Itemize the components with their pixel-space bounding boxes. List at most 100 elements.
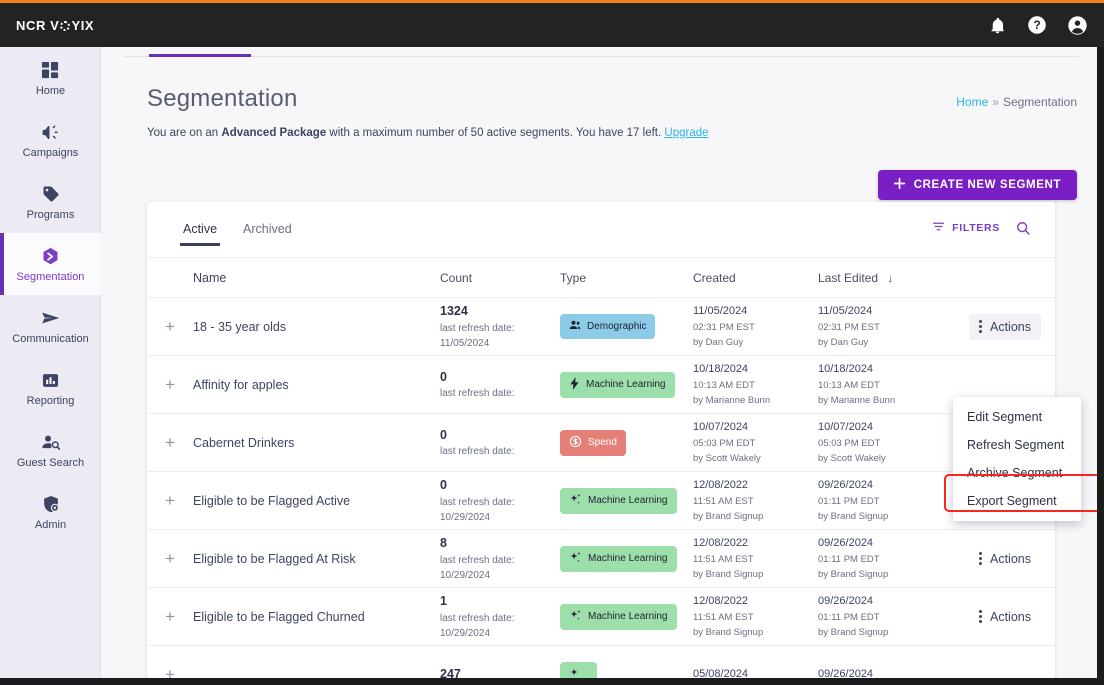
sidebar-item-communication[interactable]: Communication (0, 295, 101, 357)
row-edited-time: 01:11 PM EDT (818, 553, 880, 565)
kebab-menu-icon (979, 320, 982, 333)
row-created-time: 10:13 AM EDT (693, 379, 755, 391)
row-count: 0 (440, 478, 447, 493)
svg-text:?: ? (1033, 19, 1040, 32)
menu-item-refresh-segment[interactable]: Refresh Segment (953, 431, 1081, 459)
expand-row-icon[interactable]: + (165, 608, 175, 625)
row-count: 1324 (440, 304, 468, 319)
expand-row-icon[interactable]: + (165, 376, 175, 393)
row-type-cell: Machine Learning (560, 487, 693, 514)
status-badge: Machine Learning (560, 603, 677, 630)
row-created-by: by Brand Signup (693, 569, 764, 581)
menu-item-archive-segment[interactable]: Archive Segment (953, 459, 1081, 487)
row-count: 0 (440, 427, 447, 442)
row-type-cell: Machine Learning (560, 545, 693, 572)
row-count: 0 (440, 369, 447, 384)
upgrade-link[interactable]: Upgrade (664, 127, 708, 139)
sidebar-item-guest-search[interactable]: Guest Search (0, 419, 101, 481)
row-actions-button[interactable]: Actions (969, 313, 1041, 340)
row-name[interactable]: Eligible to be Flagged Churned (193, 610, 440, 624)
row-created-date: 10/07/2024 (693, 420, 749, 433)
paper-plane-icon (40, 307, 62, 329)
row-actions-label: Actions (990, 319, 1031, 334)
row-name[interactable]: Eligible to be Flagged Active (193, 494, 440, 508)
row-created-time: 11:51 AM EST (693, 553, 754, 565)
breadcrumb-home-link[interactable]: Home (956, 95, 988, 109)
row-count-cell: 0 last refresh date: (440, 426, 560, 459)
column-header-name[interactable]: Name (193, 271, 440, 285)
tab-active-indicator (149, 54, 251, 57)
row-edited-date: 10/18/2024 (818, 362, 874, 375)
logo-text-pre: NCR V (16, 17, 60, 33)
column-header-type[interactable]: Type (560, 271, 693, 285)
row-actions-label: Actions (990, 551, 1031, 566)
row-created-by: by Brand Signup (693, 511, 764, 523)
page-header: Segmentation You are on an Advanced Pack… (147, 85, 709, 139)
row-edited-by: by Brand Signup (818, 511, 889, 523)
status-badge-label: Demographic (587, 321, 647, 332)
search-icon[interactable] (1016, 221, 1031, 236)
row-edited-cell: 10/18/2024 10:13 AM EDT by Marianne Bunn (818, 361, 948, 408)
sparkle-icon (569, 667, 582, 679)
sidebar-item-label: Communication (12, 333, 89, 345)
package-notice: You are on an Advanced Package with a ma… (147, 127, 709, 139)
card-header: Active Archived FILTERS (147, 202, 1055, 258)
notifications-icon[interactable] (986, 14, 1008, 36)
row-actions-button[interactable]: Actions (969, 604, 1041, 630)
row-name[interactable]: Eligible to be Flagged At Risk (193, 552, 440, 566)
row-edited-time: 02:31 PM EST (818, 321, 880, 333)
card-toolbar: FILTERS (932, 220, 1031, 236)
table-row: + Eligible to be Flagged Active 0 last r… (147, 472, 1055, 530)
tab-archived-label: Archived (243, 222, 292, 236)
main-content: Segments Segmentation You are on an Adva… (101, 47, 1097, 678)
row-edited-time: 01:11 PM EDT (818, 611, 880, 623)
row-edited-by: by Dan Guy (818, 337, 869, 349)
row-actions-button[interactable]: Actions (969, 546, 1041, 572)
tag-icon (40, 183, 62, 205)
account-icon[interactable] (1066, 14, 1088, 36)
person-search-icon (40, 431, 62, 453)
column-header-count[interactable]: Count (440, 271, 560, 285)
row-name[interactable]: 18 - 35 year olds (193, 320, 440, 334)
sidebar-item-admin[interactable]: Admin (0, 481, 101, 543)
megaphone-icon (40, 121, 62, 143)
row-created-cell: 11/05/2024 02:31 PM EST by Dan Guy (693, 303, 818, 350)
ncr-voyix-logo: NCR V YIX (16, 18, 94, 33)
sidebar-item-programs[interactable]: Programs (0, 171, 101, 233)
sidebar-item-segmentation[interactable]: Segmentation (0, 233, 101, 295)
sidebar-item-label: Home (35, 85, 66, 97)
sidebar-item-campaigns[interactable]: Campaigns (0, 109, 101, 171)
tab-archived[interactable]: Archived (243, 222, 292, 246)
expand-row-icon[interactable]: + (165, 492, 175, 509)
package-notice-bold: Advanced Package (221, 127, 327, 139)
create-new-segment-label: CREATE NEW SEGMENT (913, 179, 1061, 191)
row-created-cell: 10/18/2024 10:13 AM EDT by Marianne Bunn (693, 361, 818, 408)
table-row: + Eligible to be Flagged At Risk 8 last … (147, 530, 1055, 588)
menu-item-edit-segment[interactable]: Edit Segment (953, 403, 1081, 431)
sidebar-item-reporting[interactable]: Reporting (0, 357, 101, 419)
status-badge: Machine Learning (560, 487, 677, 514)
row-name[interactable]: Affinity for apples (193, 378, 440, 392)
expand-row-icon[interactable]: + (165, 666, 175, 678)
row-edited-cell: 09/26/2024 01:11 PM EDT by Brand Signup (818, 593, 948, 640)
expand-row-icon[interactable]: + (165, 434, 175, 451)
lightning-icon (569, 376, 580, 393)
row-type-cell: Machine Learning (560, 371, 693, 398)
expand-row-icon[interactable]: + (165, 318, 175, 335)
row-edited-cell: 09/26/2024 (818, 666, 948, 678)
row-name[interactable]: Cabernet Drinkers (193, 436, 440, 450)
column-header-last-edited[interactable]: Last Edited ↓ (818, 271, 948, 285)
filters-label: FILTERS (952, 222, 1000, 234)
row-actions-label: Actions (990, 609, 1031, 624)
filters-button[interactable]: FILTERS (932, 220, 1000, 236)
segments-tab-strip: Segments (124, 47, 1079, 61)
row-count-cell: 1324 last refresh date: 11/05/2024 (440, 302, 560, 350)
tab-active[interactable]: Active (179, 222, 221, 246)
create-new-segment-button[interactable]: CREATE NEW SEGMENT (877, 170, 1077, 200)
expand-row-icon[interactable]: + (165, 550, 175, 567)
help-icon[interactable]: ? (1026, 14, 1048, 36)
kebab-menu-icon (979, 552, 982, 565)
sidebar-item-home[interactable]: Home (0, 47, 101, 109)
column-header-created[interactable]: Created (693, 271, 818, 285)
menu-item-export-segment[interactable]: Export Segment (953, 487, 1081, 515)
